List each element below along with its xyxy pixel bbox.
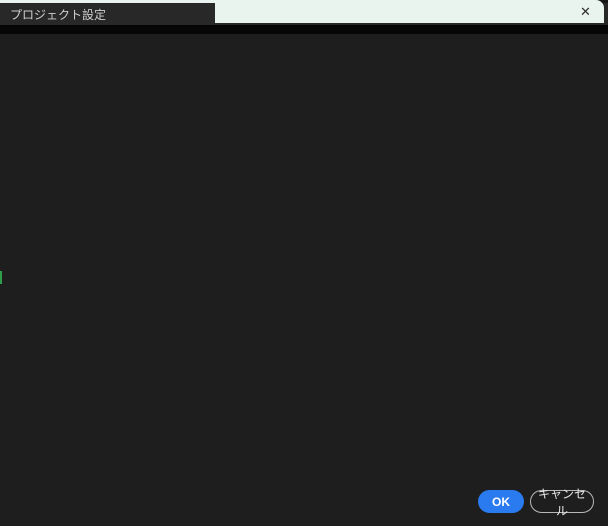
ok-button[interactable]: OK (478, 490, 524, 513)
close-icon[interactable]: ✕ (576, 2, 595, 21)
dialog-title: プロジェクト設定 (10, 8, 107, 22)
titlebar-divider (0, 25, 608, 34)
project-settings-dialog: ✕ プロジェクト設定 プロジェクト： 250107.prproj 一般 カラー … (0, 0, 608, 526)
background-app-edge (0, 271, 2, 284)
background-window-titlebar: ✕ (215, 0, 604, 23)
cancel-button[interactable]: キャンセル (530, 487, 594, 518)
dialog-body (0, 34, 608, 526)
background-window-edge (0, 0, 216, 3)
